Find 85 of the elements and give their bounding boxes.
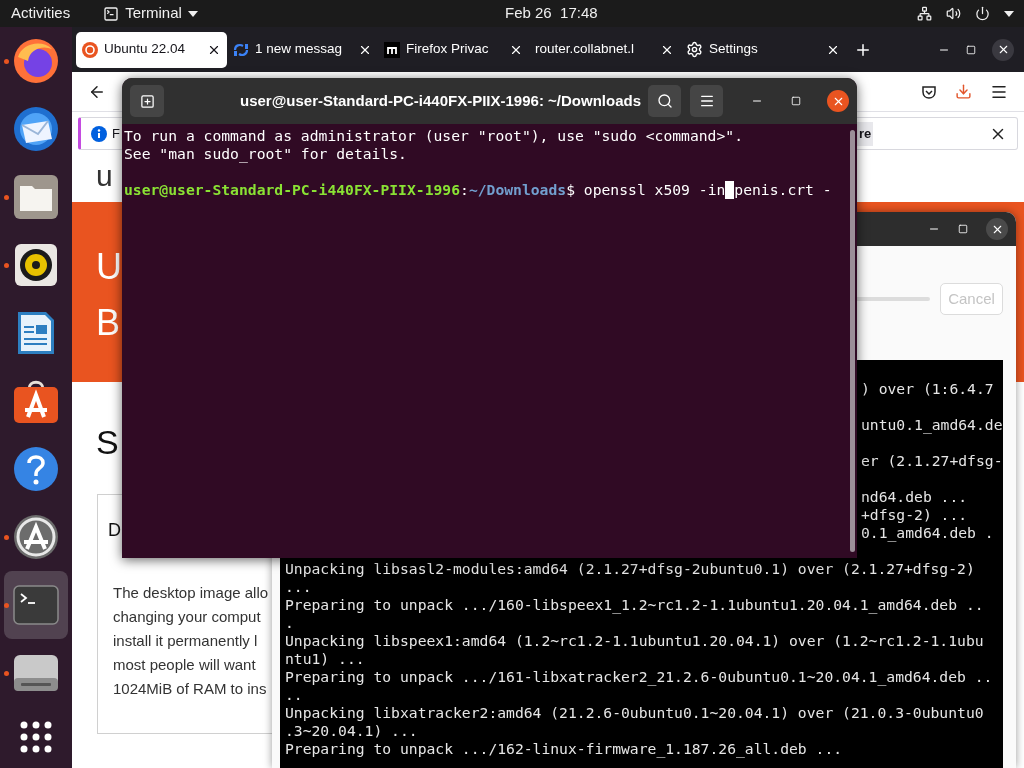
tab-title: Ubuntu 22.04: [104, 40, 186, 59]
browser-tab[interactable]: 1 new messag: [227, 31, 378, 68]
mail-icon: [12, 105, 60, 153]
pocket-icon[interactable]: [921, 83, 937, 100]
speaker-icon: [14, 243, 58, 287]
terminal-line: To run a command as administrator (user "root"), use "sudo <command>".: [124, 127, 743, 145]
clock[interactable]: Feb 26 17:48: [505, 2, 598, 25]
browser-tab[interactable]: router.collabnet.l: [529, 31, 680, 68]
settings-icon: [686, 41, 703, 58]
tab-title: Firefox Privac: [406, 40, 489, 59]
download-icon[interactable]: [955, 83, 972, 100]
banner-heading: U: [96, 246, 122, 288]
search-button[interactable]: [648, 85, 681, 117]
browser-tab[interactable]: Firefox Privac: [378, 31, 529, 68]
terminal-icon: [103, 5, 120, 22]
mozilla-logo-icon: [384, 41, 400, 58]
browser-icon: [12, 37, 60, 85]
card-text-line: changing your comput: [113, 607, 261, 627]
volume-icon[interactable]: [946, 6, 961, 21]
menu-icon: [698, 93, 715, 109]
card-text-line: most people will want: [113, 655, 256, 675]
drive-icon: [13, 654, 59, 692]
card-text-line: The desktop image allo: [113, 583, 269, 603]
output-line: Preparing to unpack .../161-libxatracker2_21.2.6-0ubuntu0.1~20.04.1_amd64.deb ..: [285, 668, 993, 686]
output-line: ...: [285, 578, 312, 596]
page-logo: u: [96, 159, 113, 193]
maximize-icon[interactable]: [791, 96, 801, 106]
menu-button[interactable]: [690, 85, 723, 117]
maximize-icon[interactable]: [958, 224, 968, 234]
prompt-path: ~/Downloads: [468, 181, 567, 199]
network-icon[interactable]: [917, 6, 932, 21]
power-icon[interactable]: [975, 6, 990, 21]
output-line: .3~20.04.1) ...: [285, 722, 418, 740]
close-button[interactable]: [986, 218, 1008, 240]
output-line: Preparing to unpack .../162-linux-firmware_1.187.26_all.deb ...: [285, 740, 843, 758]
terminal-line: See "man sudo_root" for details.: [124, 145, 407, 163]
tab-title: 1 new messag: [255, 40, 343, 59]
output-line: er (2.1.27+dfsg-: [861, 452, 1003, 470]
activities-button[interactable]: Activities: [11, 2, 71, 25]
folder-icon: [13, 174, 59, 220]
browser-tab[interactable]: Settings: [680, 31, 846, 68]
terminal-icon: [13, 585, 59, 625]
text-cursor: [725, 181, 735, 199]
card-text-line: install it permanently l: [113, 631, 258, 651]
output-line: Unpacking libxatracker2:amd64 (21.2.6-0ubuntu0.1~20.04.1) over (21.0.3-0ubuntu0: [285, 704, 984, 722]
caret-icon[interactable]: [1004, 10, 1014, 17]
output-line: nd64.deb ...: [861, 488, 968, 506]
info-icon: [91, 125, 107, 142]
close-button[interactable]: [827, 90, 849, 112]
output-line: untu0.1_amd64.de: [861, 416, 1003, 434]
document-icon: [16, 310, 56, 356]
tab-title: router.collabnet.l: [535, 40, 635, 59]
browser-tab[interactable]: Ubuntu 22.04: [76, 31, 227, 68]
notification-text: F: [112, 124, 120, 143]
output-line: .: [285, 614, 294, 632]
app-menu[interactable]: Terminal: [103, 2, 198, 25]
caret-icon: [187, 10, 198, 17]
output-line: Unpacking libspeex1:amd64 (1.2~rc1.2-1.1ubuntu1.20.04.1) over (1.2~rc1.2-1.1ubu: [285, 632, 984, 650]
output-line: +dfsg-2) ...: [861, 506, 968, 524]
command-text: penis.crt -: [734, 181, 832, 199]
prompt-separator: :: [460, 181, 469, 199]
banner-heading: B: [96, 302, 120, 344]
output-line: 0.1_amd64.deb .: [861, 524, 994, 542]
search-icon: [656, 93, 673, 109]
prompt-user: user@user-Standard-PC-i440FX-PIIX-1996: [124, 181, 461, 199]
output-line: Unpacking libsasl2-modules:amd64 (2.1.27+dfsg-2ubuntu0.1) over (2.1.27+dfsg-2): [285, 560, 975, 578]
app-grid-icon: [20, 721, 52, 753]
new-tab-button[interactable]: [130, 85, 164, 117]
section-heading: S: [96, 422, 119, 462]
command-text: $ openssl x509 -in: [566, 181, 726, 199]
window-title: user@user-Standard-PC-i440FX-PIIX-1996: ~/Downloads: [240, 90, 641, 111]
tab-title: Settings: [709, 40, 758, 59]
output-line: ..: [285, 686, 303, 704]
output-line: ) over (1:6.4.7: [861, 380, 994, 398]
help-icon: [13, 446, 59, 492]
ubuntu-logo-icon: [82, 41, 98, 58]
updater-icon: [12, 513, 60, 561]
output-line: Preparing to unpack .../160-libspeex1_1.2~rc1.2-1.1ubuntu1.20.04.1_amd64.deb ..: [285, 596, 984, 614]
new-tab-icon: [139, 93, 155, 109]
chat-icon: [233, 41, 249, 58]
maximize-icon[interactable]: [966, 44, 976, 55]
card-text-line: 1024MiB of RAM to ins: [113, 679, 267, 699]
output-line: ntu1) ...: [285, 650, 365, 668]
card-heading: D: [108, 519, 121, 542]
close-button[interactable]: [992, 38, 1014, 61]
